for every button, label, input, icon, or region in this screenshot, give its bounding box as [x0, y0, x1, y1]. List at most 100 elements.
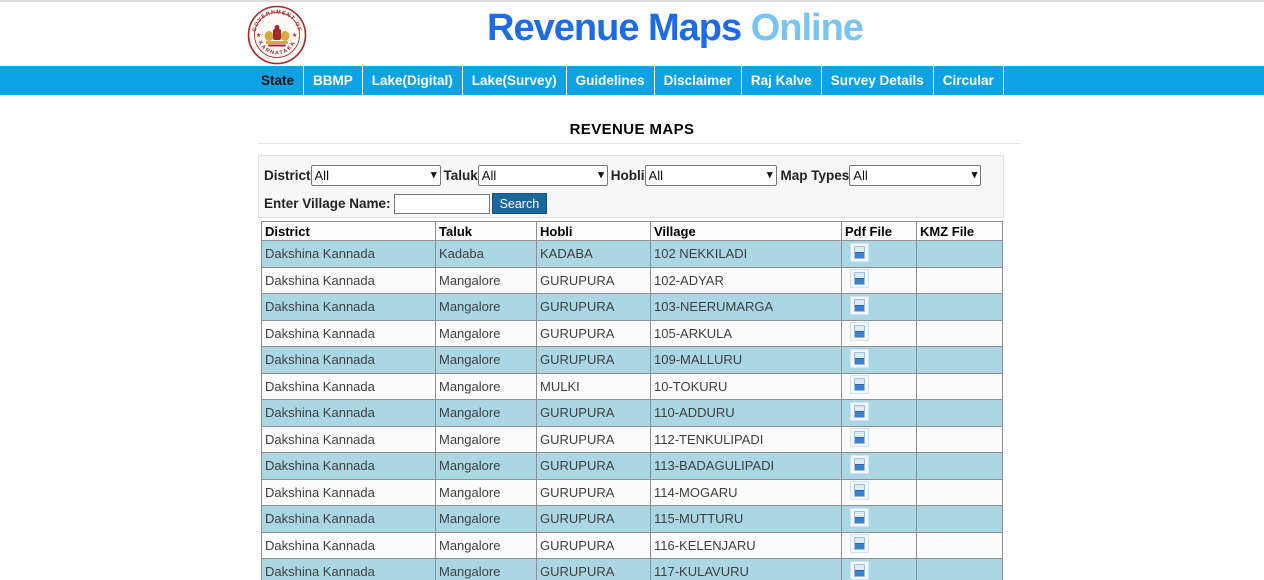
pdf-download-link[interactable]: [850, 428, 869, 447]
taluk-select[interactable]: All: [478, 165, 608, 186]
district-cell: Dakshina Kannada: [262, 559, 436, 580]
search-button[interactable]: Search: [492, 193, 548, 214]
taluk-cell: Mangalore: [436, 267, 537, 294]
taluk-cell: Mangalore: [436, 373, 537, 400]
nav-item-lake-digital-[interactable]: Lake(Digital): [363, 66, 463, 95]
nav-item-bbmp[interactable]: BBMP: [304, 66, 363, 95]
nav-item-lake-survey-[interactable]: Lake(Survey): [463, 66, 567, 95]
kmz-file-cell: [917, 426, 1003, 453]
nav-item-survey-details[interactable]: Survey Details: [822, 66, 934, 95]
pdf-page-glyph: [854, 378, 865, 391]
hobli-select-wrap: All ▾: [645, 165, 777, 186]
village-cell: 10-TOKURU: [651, 373, 842, 400]
pdf-file-icon: [850, 296, 869, 315]
table-row: Dakshina KannadaMangaloreGURUPURA116-KEL…: [262, 532, 1003, 559]
pdf-page-glyph: [854, 299, 865, 312]
taluk-cell: Mangalore: [436, 559, 537, 580]
pdf-file-cell: [842, 241, 917, 268]
district-cell: Dakshina Kannada: [262, 294, 436, 321]
map-types-select[interactable]: All: [849, 165, 981, 186]
nav-item-state[interactable]: State: [252, 66, 304, 95]
kmz-file-cell: [917, 320, 1003, 347]
kmz-file-cell: [917, 294, 1003, 321]
district-cell: Dakshina Kannada: [262, 267, 436, 294]
hobli-select[interactable]: All: [645, 165, 777, 186]
filter-row-village-search: Enter Village Name: Search: [264, 193, 547, 214]
village-cell: 114-MOGARU: [651, 479, 842, 506]
pdf-download-link[interactable]: [850, 534, 869, 553]
pdf-download-link[interactable]: [850, 243, 869, 262]
taluk-cell: Mangalore: [436, 320, 537, 347]
table-row: Dakshina KannadaMangaloreGURUPURA103-NEE…: [262, 294, 1003, 321]
pdf-file-icon: [850, 508, 869, 527]
hobli-cell: GURUPURA: [537, 532, 651, 559]
hobli-cell: GURUPURA: [537, 426, 651, 453]
village-name-input[interactable]: [394, 194, 490, 214]
table-body: Dakshina KannadaKadabaKADABA102 NEKKILAD…: [262, 241, 1003, 580]
pdf-band-glyph: [855, 411, 864, 417]
pdf-download-link[interactable]: [850, 402, 869, 421]
pdf-download-link[interactable]: [850, 561, 869, 580]
pdf-download-link[interactable]: [850, 269, 869, 288]
taluk-cell: Mangalore: [436, 426, 537, 453]
pdf-download-link[interactable]: [850, 296, 869, 315]
revenue-maps-table: DistrictTalukHobliVillagePdf FileKMZ Fil…: [261, 221, 1003, 580]
district-cell: Dakshina Kannada: [262, 506, 436, 533]
pdf-download-link[interactable]: [850, 455, 869, 474]
column-header-kmz-file: KMZ File: [917, 222, 1003, 241]
pdf-page-glyph: [854, 325, 865, 338]
table-row: Dakshina KannadaMangaloreGURUPURA113-BAD…: [262, 453, 1003, 480]
kmz-file-cell: [917, 479, 1003, 506]
district-cell: Dakshina Kannada: [262, 479, 436, 506]
village-cell: 117-KULAVURU: [651, 559, 842, 580]
taluk-cell: Mangalore: [436, 506, 537, 533]
taluk-cell: Mangalore: [436, 532, 537, 559]
district-select[interactable]: All: [311, 165, 441, 186]
kmz-file-cell: [917, 559, 1003, 580]
pdf-file-icon: [850, 375, 869, 394]
hobli-cell: GURUPURA: [537, 479, 651, 506]
nav-item-disclaimer[interactable]: Disclaimer: [655, 66, 742, 95]
pdf-file-icon: [850, 402, 869, 421]
pdf-band-glyph: [855, 278, 864, 284]
nav-item-guidelines[interactable]: Guidelines: [567, 66, 655, 95]
pdf-band-glyph: [855, 358, 864, 364]
pdf-page-glyph: [854, 272, 865, 285]
pdf-file-cell: [842, 267, 917, 294]
nav-item-circular[interactable]: Circular: [934, 66, 1004, 95]
pdf-page-glyph: [854, 564, 865, 577]
pdf-file-cell: [842, 559, 917, 580]
village-name-label: Enter Village Name:: [264, 196, 391, 211]
district-cell: Dakshina Kannada: [262, 426, 436, 453]
kmz-file-cell: [917, 267, 1003, 294]
table-row: Dakshina KannadaKadabaKADABA102 NEKKILAD…: [262, 241, 1003, 268]
site-title-primary: Revenue Maps: [487, 7, 741, 49]
pdf-page-glyph: [854, 431, 865, 444]
pdf-download-link[interactable]: [850, 508, 869, 527]
filter-panel: District All ▾ Taluk All ▾ Hobli All ▾ M…: [258, 155, 1004, 218]
pdf-page-glyph: [854, 458, 865, 471]
pdf-band-glyph: [855, 570, 864, 576]
pdf-file-cell: [842, 400, 917, 427]
district-cell: Dakshina Kannada: [262, 241, 436, 268]
taluk-select-wrap: All ▾: [478, 165, 608, 186]
pdf-band-glyph: [855, 517, 864, 523]
pdf-download-link[interactable]: [850, 322, 869, 341]
taluk-cell: Mangalore: [436, 479, 537, 506]
hobli-cell: GURUPURA: [537, 506, 651, 533]
nav-item-raj-kalve[interactable]: Raj Kalve: [742, 66, 822, 95]
pdf-band-glyph: [855, 437, 864, 443]
pdf-page-glyph: [854, 246, 865, 259]
pdf-download-link[interactable]: [850, 375, 869, 394]
site-header: GOVERNMENT OF KARNATAKA ★ ★ Revenue Maps…: [0, 2, 1264, 66]
district-label: District: [264, 168, 311, 183]
pdf-download-link[interactable]: [850, 481, 869, 500]
village-cell: 103-NEERUMARGA: [651, 294, 842, 321]
hobli-cell: GURUPURA: [537, 347, 651, 374]
pdf-file-cell: [842, 426, 917, 453]
pdf-download-link[interactable]: [850, 349, 869, 368]
heading-divider: [258, 143, 1021, 144]
table-header-row: DistrictTalukHobliVillagePdf FileKMZ Fil…: [262, 222, 1003, 241]
pdf-file-icon: [850, 428, 869, 447]
pdf-file-icon: [850, 481, 869, 500]
